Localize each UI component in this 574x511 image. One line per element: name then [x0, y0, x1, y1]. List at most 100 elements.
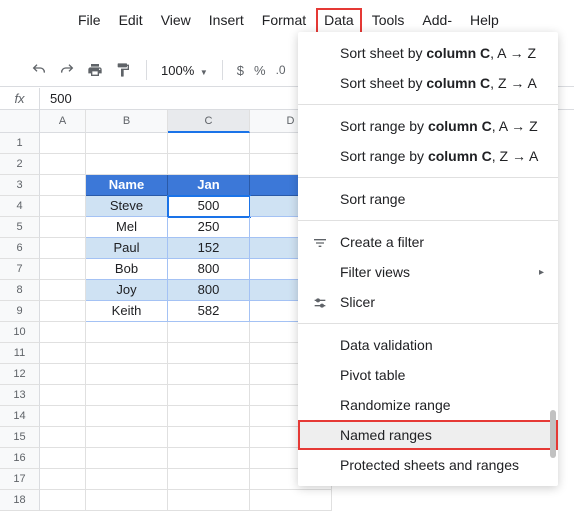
cell[interactable]: 152	[168, 238, 250, 259]
cell[interactable]	[168, 385, 250, 406]
sort-range-za[interactable]: Sort range by column C, Z → A	[298, 141, 558, 171]
select-all-corner[interactable]	[0, 110, 40, 133]
cell[interactable]	[40, 322, 86, 343]
col-header-a[interactable]: A	[40, 110, 86, 133]
zoom-level[interactable]: 100% ▼	[161, 63, 208, 78]
cell[interactable]: Bob	[86, 259, 168, 280]
row-header[interactable]: 11	[0, 343, 40, 364]
cell[interactable]	[40, 154, 86, 175]
cell[interactable]	[86, 469, 168, 490]
menu-file[interactable]: File	[70, 8, 109, 48]
cell[interactable]: Name	[86, 175, 168, 196]
decimal-decrease-icon[interactable]: .0	[276, 63, 286, 77]
cell[interactable]	[40, 490, 86, 511]
pivot-table[interactable]: Pivot table	[298, 360, 558, 390]
cell[interactable]	[40, 427, 86, 448]
sort-range[interactable]: Sort range	[298, 184, 558, 214]
row-header[interactable]: 9	[0, 301, 40, 322]
cell[interactable]: 500	[168, 196, 250, 217]
cell[interactable]	[168, 343, 250, 364]
cell[interactable]	[168, 154, 250, 175]
data-validation[interactable]: Data validation	[298, 330, 558, 360]
menu-view[interactable]: View	[153, 8, 199, 48]
percent-button[interactable]: %	[254, 63, 266, 78]
cell[interactable]	[40, 301, 86, 322]
cell[interactable]	[86, 385, 168, 406]
sort-sheet-az[interactable]: Sort sheet by column C, A → Z	[298, 38, 558, 68]
undo-icon[interactable]	[30, 61, 48, 79]
row-header[interactable]: 1	[0, 133, 40, 154]
row-header[interactable]: 12	[0, 364, 40, 385]
cell[interactable]	[86, 364, 168, 385]
redo-icon[interactable]	[58, 61, 76, 79]
col-header-c[interactable]: C	[168, 110, 250, 133]
cell[interactable]: Steve	[86, 196, 168, 217]
cell[interactable]	[168, 490, 250, 511]
cell[interactable]	[40, 385, 86, 406]
cell[interactable]	[40, 238, 86, 259]
cell[interactable]	[168, 448, 250, 469]
cell[interactable]	[40, 259, 86, 280]
create-filter[interactable]: Create a filter	[298, 227, 558, 257]
named-ranges[interactable]: Named ranges	[298, 420, 558, 450]
randomize-range[interactable]: Randomize range	[298, 390, 558, 420]
row-header[interactable]: 15	[0, 427, 40, 448]
col-header-b[interactable]: B	[86, 110, 168, 133]
menu-insert[interactable]: Insert	[201, 8, 252, 48]
currency-button[interactable]: $	[237, 63, 244, 78]
cell[interactable]	[168, 406, 250, 427]
cell[interactable]: Joy	[86, 280, 168, 301]
cell[interactable]	[168, 322, 250, 343]
cell[interactable]	[86, 154, 168, 175]
cell[interactable]	[86, 322, 168, 343]
cell[interactable]: Keith	[86, 301, 168, 322]
cell[interactable]	[40, 406, 86, 427]
row-header[interactable]: 7	[0, 259, 40, 280]
cell[interactable]	[168, 427, 250, 448]
row-header[interactable]: 2	[0, 154, 40, 175]
menu-edit[interactable]: Edit	[111, 8, 151, 48]
cell[interactable]: 800	[168, 259, 250, 280]
cell[interactable]: 800	[168, 280, 250, 301]
cell[interactable]	[40, 364, 86, 385]
cell[interactable]	[40, 448, 86, 469]
cell[interactable]: 250	[168, 217, 250, 238]
cell[interactable]	[40, 469, 86, 490]
sort-sheet-za[interactable]: Sort sheet by column C, Z → A	[298, 68, 558, 98]
cell[interactable]	[40, 196, 86, 217]
cell[interactable]	[40, 280, 86, 301]
row-header[interactable]: 13	[0, 385, 40, 406]
cell[interactable]: Mel	[86, 217, 168, 238]
protected-sheets[interactable]: Protected sheets and ranges	[298, 450, 558, 480]
filter-views[interactable]: Filter views ▸	[298, 257, 558, 287]
cell[interactable]	[40, 343, 86, 364]
cell[interactable]	[40, 217, 86, 238]
cell[interactable]	[168, 364, 250, 385]
row-header[interactable]: 8	[0, 280, 40, 301]
slicer[interactable]: Slicer	[298, 287, 558, 317]
cell[interactable]	[86, 133, 168, 154]
cell[interactable]: Jan	[168, 175, 250, 196]
row-header[interactable]: 18	[0, 490, 40, 511]
row-header[interactable]: 16	[0, 448, 40, 469]
cell[interactable]	[168, 469, 250, 490]
paint-format-icon[interactable]	[114, 61, 132, 79]
cell[interactable]	[86, 427, 168, 448]
cell[interactable]	[86, 448, 168, 469]
formula-input[interactable]: 500	[40, 91, 72, 106]
cell[interactable]	[168, 133, 250, 154]
sort-range-az[interactable]: Sort range by column C, A → Z	[298, 111, 558, 141]
row-header[interactable]: 10	[0, 322, 40, 343]
row-header[interactable]: 4	[0, 196, 40, 217]
row-header[interactable]: 6	[0, 238, 40, 259]
cell[interactable]	[40, 133, 86, 154]
row-header[interactable]: 3	[0, 175, 40, 196]
cell[interactable]	[250, 490, 332, 511]
print-icon[interactable]	[86, 61, 104, 79]
cell[interactable]	[86, 406, 168, 427]
cell[interactable]	[40, 175, 86, 196]
cell[interactable]	[86, 490, 168, 511]
cell[interactable]	[86, 343, 168, 364]
row-header[interactable]: 5	[0, 217, 40, 238]
cell[interactable]: 582	[168, 301, 250, 322]
